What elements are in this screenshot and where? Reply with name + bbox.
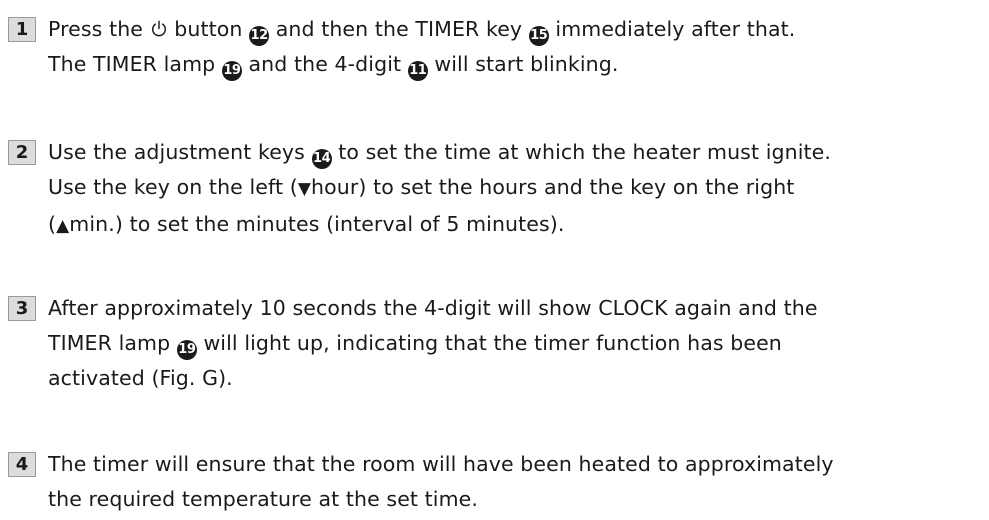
step-number-badge: 4 [8, 452, 36, 477]
text-run: Use the adjustment keys [48, 140, 312, 164]
step-line: The timer will ensure that the room will… [48, 447, 834, 482]
step-line: After approximately 10 seconds the 4-dig… [48, 291, 818, 326]
text-run: activated (Fig. G). [48, 366, 233, 390]
text-run: The TIMER lamp [48, 52, 222, 76]
text-run: After approximately 10 seconds the 4-dig… [48, 296, 818, 320]
step-line: the required temperature at the set time… [48, 482, 834, 517]
down-triangle-icon: ▼ [297, 179, 311, 199]
step-text: Use the adjustment keys 14 to set the ti… [48, 135, 831, 244]
step-number-badge: 2 [8, 140, 36, 165]
callout-number-11: 11 [407, 61, 428, 81]
step-text: After approximately 10 seconds the 4-dig… [48, 291, 818, 396]
text-run: hour) to set the hours and the key on th… [311, 175, 795, 199]
step-line: Use the adjustment keys 14 to set the ti… [48, 135, 831, 170]
text-run: and then the TIMER key [269, 17, 529, 41]
text-run: will start blinking. [427, 52, 619, 76]
step-line: TIMER lamp 19 will light up, indicating … [48, 326, 818, 361]
step-line: (▲min.) to set the minutes (interval of … [48, 207, 831, 244]
power-icon [150, 14, 168, 37]
step-text: Press the button 12 and then the TIMER k… [48, 12, 795, 82]
step-line: Use the key on the left (▼hour) to set t… [48, 170, 831, 207]
text-run: to set the time at which the heater must… [331, 140, 831, 164]
text-run: The timer will ensure that the room will… [48, 452, 834, 476]
step-text: The timer will ensure that the room will… [48, 447, 834, 517]
text-run: immediately after that. [548, 17, 796, 41]
step-line: activated (Fig. G). [48, 361, 818, 396]
callout-number-19: 19 [221, 61, 242, 81]
text-run: Use the key on the left ( [48, 175, 298, 199]
up-triangle-icon: ▲ [56, 216, 70, 236]
step-line: The TIMER lamp 19 and the 4-digit 11 wil… [48, 47, 795, 82]
text-run: TIMER lamp [48, 331, 177, 355]
text-run: min.) to set the minutes (interval of 5 … [69, 212, 565, 236]
callout-number-12: 12 [249, 26, 270, 46]
text-run: button [167, 17, 250, 41]
step-line: Press the button 12 and then the TIMER k… [48, 12, 795, 47]
text-run: Press the [48, 17, 150, 41]
text-run: and the 4-digit [241, 52, 408, 76]
callout-number-15: 15 [528, 26, 549, 46]
text-run: the required temperature at the set time… [48, 487, 478, 511]
step-number-badge: 1 [8, 17, 36, 42]
step-number-badge: 3 [8, 296, 36, 321]
text-run: will light up, indicating that the timer… [196, 331, 782, 355]
callout-number-19: 19 [176, 340, 197, 360]
text-run: ( [48, 212, 57, 236]
callout-number-14: 14 [311, 149, 332, 169]
